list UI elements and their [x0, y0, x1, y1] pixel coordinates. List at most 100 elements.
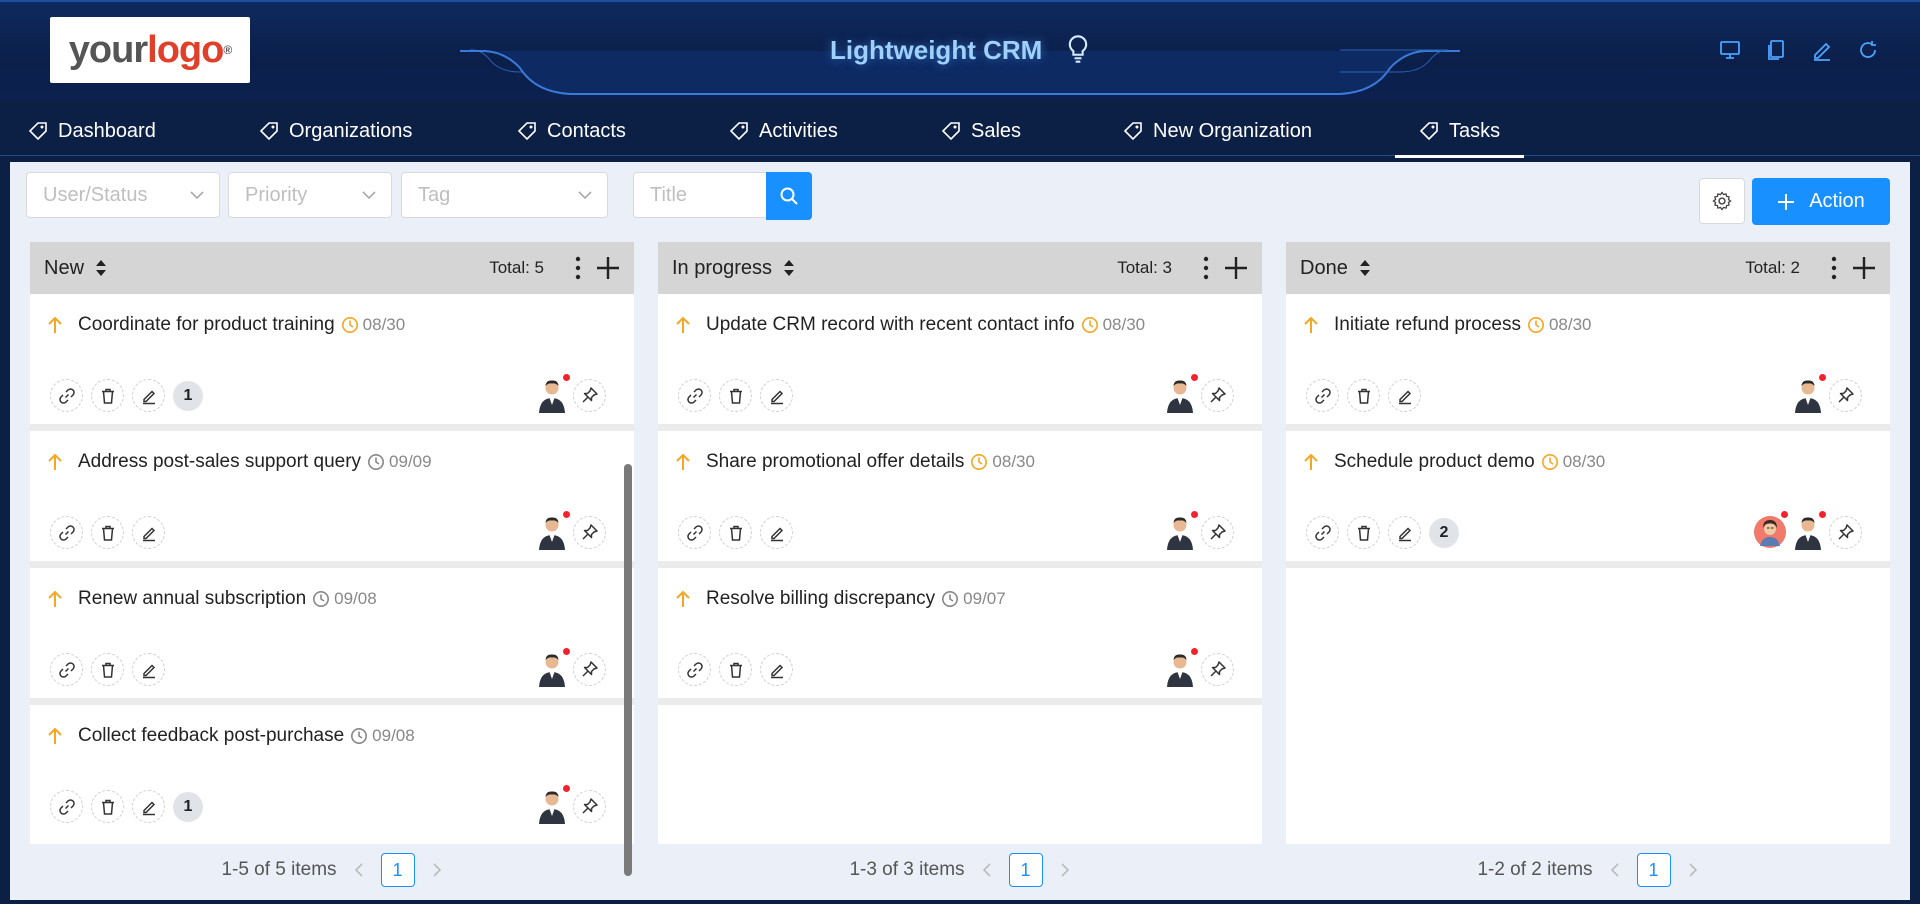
- assignee-avatar[interactable]: [1791, 510, 1827, 550]
- column-sort-toggle[interactable]: Done: [1300, 257, 1372, 280]
- pin-button[interactable]: [1829, 378, 1862, 412]
- task-card[interactable]: Address post-sales support query 09/09: [30, 431, 634, 561]
- more-vertical-icon[interactable]: [1202, 255, 1210, 281]
- task-card[interactable]: Renew annual subscription 09/08: [30, 568, 634, 698]
- link-button[interactable]: [1306, 516, 1339, 549]
- edit-button[interactable]: [132, 516, 165, 549]
- task-card[interactable]: Update CRM record with recent contact in…: [658, 294, 1262, 424]
- delete-button[interactable]: [1347, 379, 1380, 412]
- delete-button[interactable]: [719, 653, 752, 686]
- assignee-avatar[interactable]: [1163, 373, 1199, 413]
- delete-button[interactable]: [91, 653, 124, 686]
- nav-item-new-organization[interactable]: New Organization: [1123, 106, 1312, 156]
- edit-button[interactable]: [1388, 516, 1421, 549]
- delete-button[interactable]: [91, 516, 124, 549]
- chevron-left-icon[interactable]: [981, 862, 993, 878]
- link-button[interactable]: [50, 516, 83, 549]
- column-sort-toggle[interactable]: In progress: [672, 257, 796, 280]
- page-button[interactable]: 1: [380, 853, 415, 887]
- chevron-right-icon[interactable]: [1687, 862, 1699, 878]
- assignee-avatar-secondary[interactable]: [1753, 510, 1789, 550]
- edit-button[interactable]: [132, 790, 165, 823]
- monitor-icon[interactable]: [1718, 38, 1742, 62]
- task-card[interactable]: Collect feedback post-purchase 09/08 1: [30, 705, 634, 844]
- lightbulb-icon[interactable]: [1064, 34, 1092, 64]
- logo[interactable]: your logo ®: [50, 17, 250, 83]
- task-card[interactable]: Schedule product demo 08/30 2: [1286, 431, 1890, 561]
- pin-button[interactable]: [1201, 378, 1234, 412]
- chevron-right-icon[interactable]: [431, 862, 443, 878]
- priority-select[interactable]: Priority: [228, 172, 392, 218]
- search-button[interactable]: [766, 172, 812, 220]
- assignee-avatar[interactable]: [1791, 373, 1827, 413]
- column-sort-toggle[interactable]: New: [44, 257, 108, 280]
- nav-item-tasks[interactable]: Tasks: [1394, 106, 1525, 158]
- chevron-right-icon[interactable]: [1059, 862, 1071, 878]
- refresh-icon[interactable]: [1856, 38, 1880, 62]
- link-button[interactable]: [50, 653, 83, 686]
- nav-item-organizations[interactable]: Organizations: [259, 106, 412, 156]
- pin-button[interactable]: [573, 378, 606, 412]
- edit-button[interactable]: [760, 516, 793, 549]
- delete-button[interactable]: [719, 516, 752, 549]
- assignee-avatar[interactable]: [535, 510, 571, 550]
- task-card[interactable]: Resolve billing discrepancy 09/07: [658, 568, 1262, 698]
- edit-button[interactable]: [760, 653, 793, 686]
- priority-up-icon: [1304, 316, 1318, 333]
- edit-button[interactable]: [132, 379, 165, 412]
- action-button[interactable]: Action: [1752, 178, 1890, 225]
- link-button[interactable]: [50, 790, 83, 823]
- task-card[interactable]: Initiate refund process 08/30: [1286, 294, 1890, 424]
- nav-item-contacts[interactable]: Contacts: [517, 106, 626, 156]
- edit-icon[interactable]: [1810, 38, 1834, 62]
- assignee-avatar[interactable]: [1163, 647, 1199, 687]
- assignee-avatar[interactable]: [535, 647, 571, 687]
- delete-button[interactable]: [1347, 516, 1380, 549]
- assignee-avatar[interactable]: [535, 784, 571, 824]
- man-avatar-icon: [539, 654, 565, 687]
- link-button[interactable]: [50, 379, 83, 412]
- priority-up-icon: [48, 316, 62, 333]
- delete-button[interactable]: [91, 379, 124, 412]
- tag-placeholder: Tag: [418, 183, 451, 206]
- user-status-select[interactable]: User/Status: [26, 172, 220, 218]
- edit-button[interactable]: [1388, 379, 1421, 412]
- assignee-avatar[interactable]: [1163, 510, 1199, 550]
- edit-button[interactable]: [760, 379, 793, 412]
- nav-item-activities[interactable]: Activities: [729, 106, 838, 156]
- delete-button[interactable]: [91, 790, 124, 823]
- title-search-input[interactable]: Title: [633, 172, 767, 218]
- page-button[interactable]: 1: [1636, 853, 1671, 887]
- pin-button[interactable]: [573, 652, 606, 686]
- copy-icon[interactable]: [1764, 38, 1788, 62]
- chevron-left-icon[interactable]: [1609, 862, 1621, 878]
- task-card[interactable]: Share promotional offer details 08/30: [658, 431, 1262, 561]
- column-header: Done Total: 2: [1286, 242, 1890, 294]
- chevron-left-icon[interactable]: [353, 862, 365, 878]
- nav-item-dashboard[interactable]: Dashboard: [28, 106, 156, 156]
- pin-button[interactable]: [1201, 515, 1234, 549]
- task-due-date: 09/08: [372, 726, 415, 745]
- more-vertical-icon[interactable]: [1830, 255, 1838, 281]
- pin-button[interactable]: [573, 515, 606, 549]
- pin-button[interactable]: [573, 789, 606, 823]
- column-scrollbar[interactable]: [624, 464, 632, 876]
- page-button[interactable]: 1: [1008, 853, 1043, 887]
- link-button[interactable]: [1306, 379, 1339, 412]
- pin-button[interactable]: [1829, 515, 1862, 549]
- link-button[interactable]: [678, 653, 711, 686]
- delete-button[interactable]: [719, 379, 752, 412]
- add-task-icon[interactable]: [1852, 256, 1876, 280]
- nav-item-sales[interactable]: Sales: [941, 106, 1021, 156]
- link-button[interactable]: [678, 379, 711, 412]
- edit-button[interactable]: [132, 653, 165, 686]
- assignee-avatar[interactable]: [535, 373, 571, 413]
- task-card[interactable]: Coordinate for product training 08/30 1: [30, 294, 634, 424]
- more-vertical-icon[interactable]: [574, 255, 582, 281]
- settings-button[interactable]: [1699, 178, 1745, 224]
- add-task-icon[interactable]: [596, 256, 620, 280]
- tag-select[interactable]: Tag: [401, 172, 608, 218]
- link-button[interactable]: [678, 516, 711, 549]
- pin-button[interactable]: [1201, 652, 1234, 686]
- add-task-icon[interactable]: [1224, 256, 1248, 280]
